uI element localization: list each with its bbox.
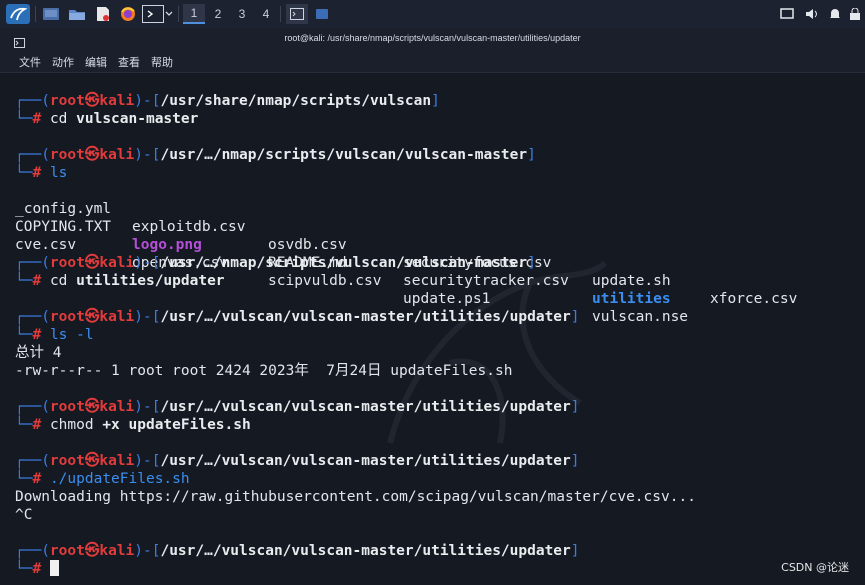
window-title: root@kali: /usr/share/nmap/scripts/vulsc… — [284, 33, 581, 43]
command-line: └─# cd vulscan-master — [15, 111, 199, 127]
ls-row: COPYING.TXT logo.png README.md securityt… — [15, 219, 671, 307]
output-line: -rw-r--r-- 1 root root 2424 2023年 7月24日 … — [15, 363, 513, 379]
prompt-line: ┌──(root㉿kali)-[/usr/…/vulscan/vulscan-m… — [15, 543, 580, 559]
output-line: 总计 4 — [15, 345, 62, 361]
menu-actions[interactable]: 动作 — [52, 54, 74, 70]
separator — [35, 6, 36, 22]
menu-help[interactable]: 帮助 — [151, 54, 173, 70]
menu-file[interactable]: 文件 — [19, 54, 41, 70]
prompt-line: ┌──(root㉿kali)-[/usr/…/nmap/scripts/vuls… — [15, 147, 536, 163]
terminal-output[interactable]: ┌──(root㉿kali)-[/usr/share/nmap/scripts/… — [0, 73, 865, 585]
csdn-watermark: CSDN @论迷 — [781, 561, 849, 574]
display-icon[interactable] — [778, 4, 796, 24]
files-icon[interactable] — [66, 4, 88, 24]
window-titlebar: root@kali: /usr/share/nmap/scripts/vulsc… — [0, 28, 865, 50]
firefox-icon[interactable] — [117, 4, 139, 24]
command-line: └─# ls -l — [15, 327, 94, 343]
separator — [178, 6, 179, 22]
workspace-2[interactable]: 2 — [207, 4, 229, 24]
prompt-line: ┌──(root㉿kali)-[/usr/…/vulscan/vulscan-m… — [15, 399, 580, 415]
command-line: └─# cd utilities/updater — [15, 273, 225, 289]
prompt-line: ┌──(root㉿kali)-[/usr/share/nmap/scripts/… — [15, 93, 440, 109]
menu-bar: 文件 动作 编辑 查看 帮助 — [0, 50, 865, 73]
text-cursor — [49, 560, 59, 576]
workspace-4[interactable]: 4 — [255, 4, 277, 24]
menu-view[interactable]: 查看 — [118, 54, 140, 70]
menu-edit[interactable]: 编辑 — [85, 54, 107, 70]
lock-icon[interactable] — [848, 4, 862, 24]
prompt-line: ┌──(root㉿kali)-[/usr/…/nmap/scripts/vuls… — [15, 255, 536, 271]
volume-icon[interactable] — [803, 4, 821, 24]
chevron-down-icon[interactable] — [164, 4, 174, 24]
output-line: Downloading https://raw.githubuserconten… — [15, 489, 696, 505]
desktop-icon[interactable] — [40, 4, 62, 24]
text-editor-icon[interactable] — [92, 4, 114, 24]
ls-row: cve.csv openvas.csv scipvuldb.csv update… — [15, 237, 689, 325]
taskbar: 1 2 3 4 — [0, 0, 865, 29]
kali-menu-icon[interactable] — [6, 4, 30, 24]
command-line: └─# ./updateFiles.sh — [15, 471, 190, 487]
prompt-line: ┌──(root㉿kali)-[/usr/…/vulscan/vulscan-m… — [15, 309, 580, 325]
prompt-line: ┌──(root㉿kali)-[/usr/…/vulscan/vulscan-m… — [15, 453, 580, 469]
workspace-3[interactable]: 3 — [231, 4, 253, 24]
command-line[interactable]: └─# — [15, 560, 59, 578]
window-icon[interactable] — [312, 4, 332, 24]
ls-row: _config.yml exploitdb.csv osvdb.csv secu… — [15, 201, 798, 307]
workspace-1[interactable]: 1 — [183, 4, 205, 24]
notification-icon[interactable] — [827, 4, 843, 24]
output-line: ^C — [15, 507, 33, 523]
command-line: └─# ls — [15, 165, 68, 181]
terminal-window-button[interactable] — [286, 4, 308, 24]
command-line: └─# chmod +x updateFiles.sh — [15, 417, 251, 433]
separator — [280, 6, 281, 22]
terminal-icon[interactable] — [142, 5, 164, 23]
